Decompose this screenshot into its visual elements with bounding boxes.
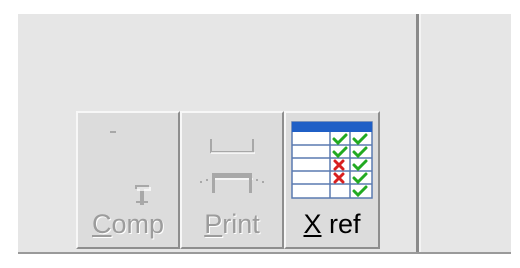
- right-panel: [421, 14, 511, 254]
- comp-label: Comp: [91, 209, 165, 239]
- print-button[interactable]: Print: [180, 111, 284, 249]
- cross-reference-table-icon: [286, 117, 378, 207]
- printer-icon: [182, 117, 282, 207]
- component-icon: [78, 117, 178, 207]
- xref-label: X ref: [303, 209, 361, 239]
- comp-button[interactable]: Comp: [76, 111, 180, 249]
- xref-button[interactable]: X ref: [284, 111, 380, 249]
- print-label: Print: [204, 209, 260, 239]
- toolbar: Comp Print X ref: [76, 111, 380, 249]
- bottom-separator: [18, 252, 511, 254]
